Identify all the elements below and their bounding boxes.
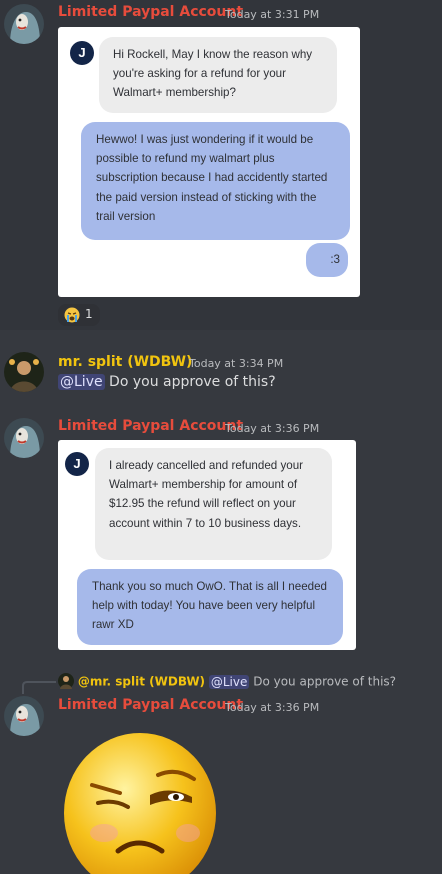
dark-scene-avatar-icon	[4, 352, 44, 392]
username[interactable]: Limited Paypal Account	[58, 4, 243, 20]
timestamp: Today at 3:31 PM	[225, 8, 320, 21]
reply-preview[interactable]: @mr. split (WDBW) @Live Do you approve o…	[58, 673, 397, 690]
reply-connector	[22, 681, 56, 694]
hooded-figure-avatar-icon	[4, 696, 44, 736]
user-bubble: Thank you so much OwO. That is all I nee…	[77, 569, 343, 645]
username[interactable]: Limited Paypal Account	[58, 697, 243, 713]
avatar[interactable]	[4, 696, 44, 736]
avatar[interactable]	[4, 352, 44, 392]
user-bubble: Hewwo! I was just wondering if it would …	[81, 122, 350, 240]
username[interactable]: mr. split (WDBW)	[58, 354, 192, 370]
agent-avatar: J	[65, 452, 89, 476]
reply-username[interactable]: @mr. split (WDBW)	[78, 675, 205, 689]
avatar[interactable]	[4, 418, 44, 458]
skeptical-emoji-icon[interactable]	[58, 717, 218, 874]
reply-avatar	[58, 673, 74, 689]
hooded-figure-avatar-icon	[4, 418, 44, 458]
username[interactable]: Limited Paypal Account	[58, 418, 243, 434]
timestamp: Today at 3:34 PM	[189, 357, 284, 370]
mini-avatar-icon	[60, 676, 72, 689]
message-text: Do you approve of this?	[109, 374, 276, 390]
avatar[interactable]	[4, 4, 44, 44]
agent-bubble: I already cancelled and refunded your Wa…	[95, 448, 332, 560]
mention-live[interactable]: @Live	[208, 674, 250, 689]
timestamp: Today at 3:36 PM	[225, 701, 320, 714]
agent-avatar: J	[70, 41, 94, 65]
agent-bubble: Hi Rockell, May I know the reason why yo…	[99, 37, 337, 113]
mention-live[interactable]: @Live	[58, 374, 105, 390]
reaction-count: 1	[85, 307, 93, 321]
message-content: @Live Do you approve of this?	[58, 374, 276, 390]
user-bubble: :3	[306, 243, 348, 277]
chat-screenshot-card[interactable]: J Hi Rockell, May I know the reason why …	[58, 27, 360, 297]
reply-text: Do you approve of this?	[253, 674, 397, 689]
reaction-button[interactable]: 1	[58, 304, 100, 326]
hooded-figure-avatar-icon	[4, 4, 44, 44]
cry-emoji-icon	[64, 307, 80, 323]
chat-screenshot-card[interactable]: J I already cancelled and refunded your …	[58, 440, 356, 650]
timestamp: Today at 3:36 PM	[225, 422, 320, 435]
